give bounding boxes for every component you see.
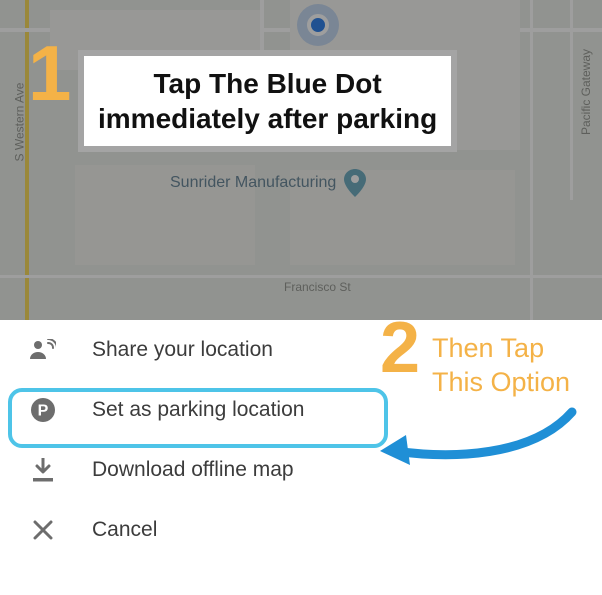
step-1-line2: immediately after parking [98,101,437,136]
menu-download-offline[interactable]: Download offline map [0,440,602,500]
parking-icon: P [28,397,58,423]
map-dim-overlay [0,0,602,320]
download-icon [28,458,58,482]
step-2-line2: This Option [432,366,570,400]
menu-cancel[interactable]: Cancel [0,500,602,560]
menu-label: Set as parking location [92,398,304,422]
step-1-callout: Tap The Blue Dot immediately after parki… [78,50,457,152]
menu-label: Download offline map [92,458,294,482]
step-1-line1: Tap The Blue Dot [98,66,437,101]
share-location-icon [28,339,58,361]
step-2-callout: Then Tap This Option [432,332,570,400]
step-1-number: 1 [28,34,71,112]
step-2-line1: Then Tap [432,332,570,366]
svg-text:P: P [38,403,49,420]
step-2-number: 2 [380,312,420,384]
menu-label: Share your location [92,338,273,362]
menu-label: Cancel [92,518,157,542]
close-icon [28,520,58,540]
map-background: S Western Ave Pacific Gateway Francisco … [0,0,602,320]
